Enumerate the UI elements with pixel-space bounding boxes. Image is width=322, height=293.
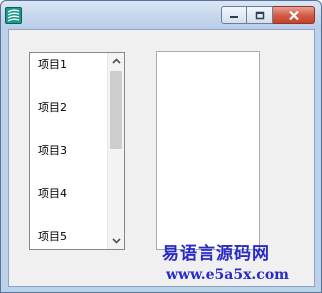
list-item[interactable]: 项目2 (38, 100, 67, 116)
close-icon (288, 10, 299, 20)
watermark-title: 易语言源码网 (162, 244, 270, 264)
item-listbox[interactable]: 项目1 项目2 项目3 项目4 项目5 (29, 52, 125, 250)
chevron-up-icon (111, 58, 121, 64)
listbox-items: 项目1 项目2 项目3 项目4 项目5 (30, 53, 107, 249)
scroll-up-button[interactable] (108, 53, 124, 69)
list-item[interactable]: 项目1 (38, 57, 67, 73)
app-logo-icon[interactable] (5, 7, 22, 24)
scroll-thumb[interactable] (110, 71, 122, 149)
close-button[interactable] (273, 6, 315, 24)
text-edit-box[interactable] (156, 51, 260, 250)
list-item[interactable]: 项目5 (38, 229, 67, 245)
minimize-icon (230, 16, 238, 18)
list-item[interactable]: 项目4 (38, 186, 67, 202)
scroll-down-button[interactable] (108, 233, 124, 249)
watermark-url: www.e5a5x.com (166, 267, 289, 283)
minimize-button[interactable] (221, 6, 247, 24)
site-watermark: 易语言源码网 www.e5a5x.com (162, 244, 322, 293)
maximize-icon (255, 11, 264, 19)
listbox-scrollbar[interactable] (107, 53, 124, 249)
maximize-button[interactable] (247, 6, 273, 24)
list-item[interactable]: 项目3 (38, 143, 67, 159)
window-controls (221, 6, 315, 24)
title-bar[interactable] (1, 1, 321, 29)
chevron-down-icon (111, 238, 121, 244)
